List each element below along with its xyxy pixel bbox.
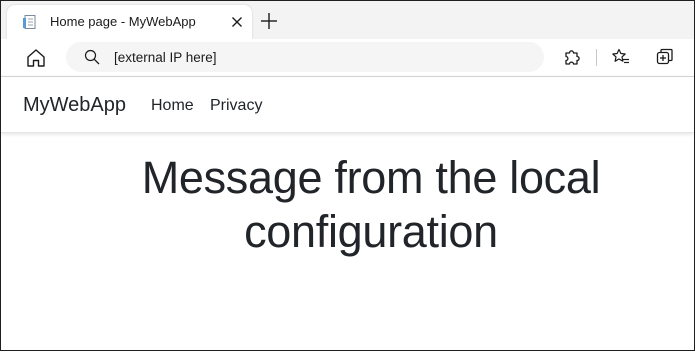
browser-toolbar [1, 39, 694, 77]
plus-icon[interactable] [259, 11, 279, 31]
nav-link-privacy[interactable]: Privacy [210, 97, 262, 115]
close-icon[interactable] [229, 14, 245, 30]
address-bar[interactable] [66, 42, 544, 72]
search-icon [84, 49, 100, 65]
toolbar-divider [596, 49, 597, 66]
nav-link-home[interactable]: Home [151, 97, 194, 115]
page-icon [23, 15, 36, 29]
brand-link[interactable]: MyWebApp [23, 94, 126, 117]
address-input[interactable] [114, 48, 514, 66]
hero-heading: Message from the local configuration [41, 151, 694, 259]
site-navbar: MyWebApp Home Privacy [1, 77, 694, 133]
browser-tab[interactable]: Home page - MyWebApp [7, 5, 252, 39]
puzzle-icon[interactable] [562, 47, 582, 67]
hero-heading-line1: Message from the local [141, 152, 601, 203]
star-list-icon[interactable] [611, 47, 631, 67]
tab-strip: Home page - MyWebApp [1, 1, 694, 39]
browser-window: Home page - MyWebApp [external IP here] … [0, 0, 695, 351]
collections-icon[interactable] [655, 47, 675, 67]
hero-heading-line2: configuration [244, 206, 498, 257]
tab-title: Home page - MyWebApp [50, 14, 196, 29]
home-icon[interactable] [25, 47, 47, 69]
